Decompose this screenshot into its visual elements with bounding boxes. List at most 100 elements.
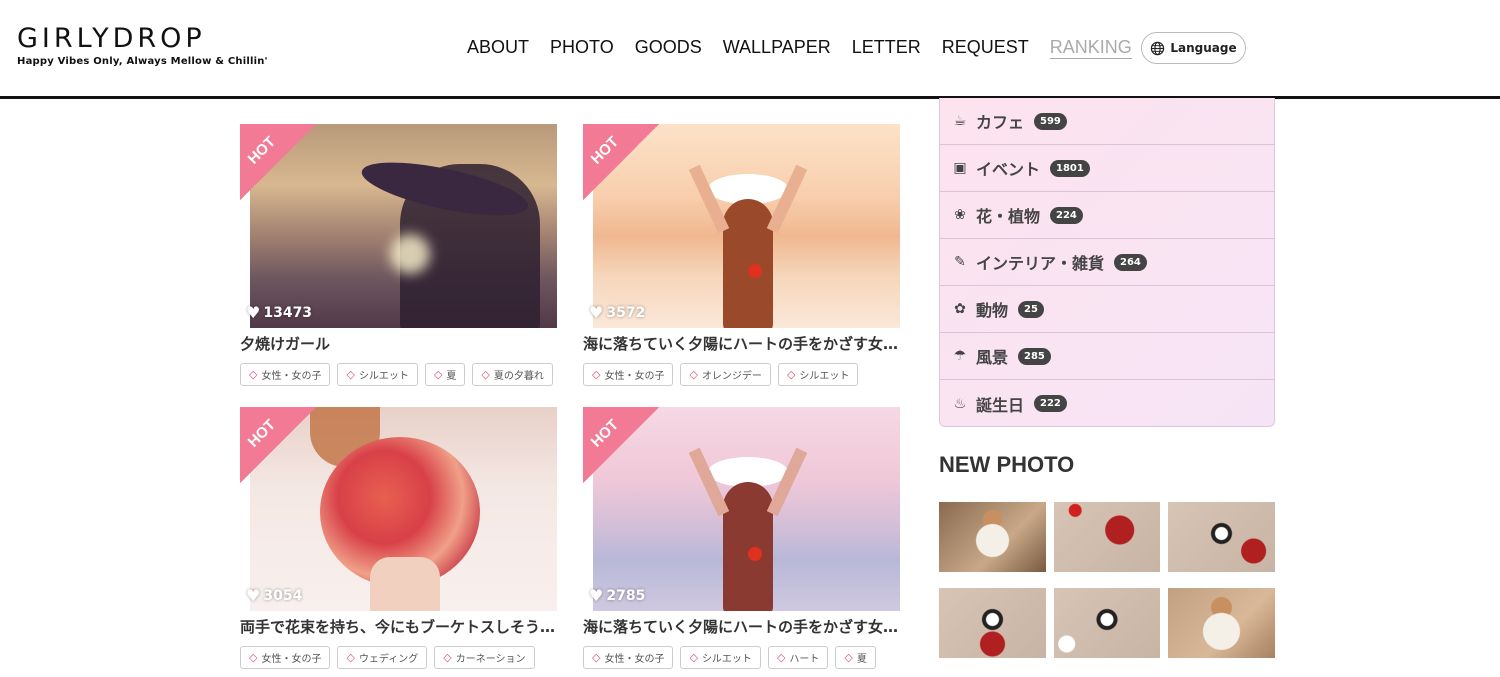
tag-icon: ◇ [786, 368, 796, 381]
category-item-cafe[interactable]: ☕ カフェ 599 [940, 98, 1274, 145]
tag[interactable]: ◇ 夏 [424, 363, 466, 386]
coffee-icon: ☕ [953, 113, 967, 129]
nav-ranking[interactable]: RANKING [1049, 36, 1132, 59]
tag-icon: ◇ [433, 368, 443, 381]
hot-label: HOT [244, 416, 280, 451]
tag-list: ◇ 女性・女の子 ◇ ウェディング ◇ カーネーション [240, 646, 567, 669]
photo-thumbnail[interactable]: HOT ♥ 13473 [240, 124, 567, 328]
new-photo-thumbnail[interactable] [939, 502, 1046, 572]
category-item-flower[interactable]: ❀ 花・植物 224 [940, 192, 1274, 239]
category-item-interior[interactable]: ✎ インテリア・雑貨 264 [940, 239, 1274, 286]
tag-label: ハート [789, 654, 820, 665]
new-photo-heading: NEW PHOTO [939, 452, 1075, 477]
photo-card[interactable]: HOT ♥ 2785 海に落ちていく夕陽にハートの手をかざす女の子 ◇ 女性・女の子… [583, 407, 910, 669]
tag-list: ◇ 女性・女の子 ◇ オレンジデー ◇ シルエット [583, 363, 910, 386]
tag-label: シルエット [799, 371, 850, 382]
tag[interactable]: ◇ 夏の夕暮れ [472, 363, 553, 386]
heart-icon: ♥ [246, 586, 261, 605]
tag[interactable]: ◇ 女性・女の子 [240, 646, 331, 669]
new-photo-thumbnail[interactable] [939, 588, 1046, 658]
language-button[interactable]: Language [1141, 32, 1246, 64]
like-count: ♥ 2785 [589, 586, 645, 605]
tag[interactable]: ◇ 夏 [835, 646, 876, 669]
tag-label: 女性・女の子 [604, 371, 665, 382]
logo-wordmark: GIRLYDROP [17, 23, 206, 54]
tag[interactable]: ◇ 女性・女の子 [583, 363, 674, 386]
photo-card[interactable]: HOT ♥ 3572 海に落ちていく夕陽にハートの手をかざす女の子 ◇ 女性・女の子… [583, 124, 910, 386]
like-number: 13473 [263, 304, 313, 321]
tag-label: 夏の夕暮れ [493, 371, 544, 382]
tag-label: 女性・女の子 [604, 654, 665, 665]
category-item-landscape[interactable]: ☂ 風景 285 [940, 333, 1274, 380]
lotus-icon: ❀ [954, 207, 966, 223]
photo-title[interactable]: 海に落ちていく夕陽にハートの手をかざす女の子 [583, 616, 910, 637]
tag-icon: ◇ [443, 651, 452, 664]
category-item-birthday[interactable]: ♨ 誕生日 222 [940, 380, 1274, 427]
category-count: 285 [1018, 347, 1051, 365]
tag[interactable]: ◇ 女性・女の子 [583, 646, 674, 669]
tag-label: 女性・女の子 [261, 371, 322, 382]
nav-wallpaper[interactable]: WALLPAPER [723, 36, 831, 59]
category-item-animal[interactable]: ✿ 動物 25 [940, 286, 1274, 333]
tag-icon: ◇ [689, 651, 698, 664]
like-number: 3572 [606, 304, 646, 321]
category-label: 誕生日 [976, 395, 1025, 415]
tag-label: シルエット [358, 371, 409, 382]
like-count: ♥ 13473 [246, 303, 312, 322]
tag[interactable]: ◇ シルエット [680, 646, 761, 669]
tag-icon: ◇ [592, 368, 601, 381]
site-logo[interactable]: GIRLYDROP Happy Vibes Only, Always Mello… [17, 23, 268, 68]
photo-thumbnail[interactable]: HOT ♥ 3054 [240, 407, 567, 611]
category-item-event[interactable]: ▣ イベント 1801 [940, 145, 1274, 192]
like-count: ♥ 3054 [246, 586, 302, 605]
tag[interactable]: ◇ シルエット [337, 363, 418, 386]
birthday-cake-icon: ♨ [953, 395, 967, 412]
tag-icon: ◇ [346, 368, 355, 381]
category-count: 264 [1114, 253, 1147, 271]
tag[interactable]: ◇ ハート [767, 646, 829, 669]
photo-card[interactable]: HOT ♥ 13473 夕焼けガール ◇ 女性・女の子 ◇ シルエット ◇ 夏 ◇ 夏の夕… [240, 124, 567, 386]
tag-list: ◇ 女性・女の子 ◇ シルエット ◇ 夏 ◇ 夏の夕暮れ [240, 363, 567, 386]
gift-icon: ▣ [953, 160, 967, 176]
category-label: カフェ [976, 113, 1025, 132]
photo-thumbnail[interactable]: HOT ♥ 2785 [583, 407, 910, 611]
tag[interactable]: ◇ 女性・女の子 [240, 363, 331, 386]
wand-icon: ✎ [954, 254, 966, 270]
language-label: Language [1170, 41, 1237, 55]
photo-title[interactable]: 夕焼けガール [240, 333, 567, 354]
tag[interactable]: ◇ オレンジデー [680, 363, 771, 386]
tag-icon: ◇ [249, 368, 258, 381]
tag-icon: ◇ [689, 368, 698, 381]
photo-thumbnail[interactable]: HOT ♥ 3572 [583, 124, 910, 328]
hot-ribbon: HOT [240, 407, 316, 483]
nav-letter[interactable]: LETTER [852, 36, 921, 59]
hot-label: HOT [587, 416, 623, 451]
photo-card[interactable]: HOT ♥ 3054 両手で花束を持ち、今にもブーケトスしそうな女性 ◇ 女性・女の… [240, 407, 567, 669]
hot-label: HOT [244, 133, 280, 168]
paw-icon: ✿ [954, 301, 966, 317]
tag[interactable]: ◇ ウェディング [337, 646, 428, 669]
nav-request[interactable]: REQUEST [942, 36, 1029, 59]
tag-icon: ◇ [592, 651, 601, 664]
photo-title[interactable]: 海に落ちていく夕陽にハートの手をかざす女の子 [583, 333, 910, 354]
category-label: 風景 [976, 348, 1009, 367]
category-label: 動物 [976, 301, 1009, 320]
heart-icon: ♥ [589, 303, 604, 322]
new-photo-thumbnail[interactable] [1054, 588, 1160, 658]
logo-tagline: Happy Vibes Only, Always Mellow & Chilli… [17, 56, 268, 67]
tag-icon: ◇ [844, 651, 853, 664]
tag[interactable]: ◇ シルエット [777, 363, 859, 386]
globe-icon [1151, 41, 1165, 55]
nav-about[interactable]: ABOUT [467, 36, 529, 59]
like-number: 2785 [606, 587, 646, 604]
category-count: 224 [1050, 206, 1083, 224]
tag-icon: ◇ [481, 368, 490, 381]
category-count: 222 [1034, 395, 1067, 412]
tag[interactable]: ◇ カーネーション [434, 646, 535, 669]
nav-goods[interactable]: GOODS [635, 36, 702, 59]
photo-title[interactable]: 両手で花束を持ち、今にもブーケトスしそうな女性 [240, 616, 567, 637]
new-photo-thumbnail[interactable] [1168, 502, 1275, 572]
new-photo-thumbnail[interactable] [1168, 588, 1275, 658]
nav-photo[interactable]: PHOTO [550, 36, 614, 59]
new-photo-thumbnail[interactable] [1054, 502, 1160, 572]
